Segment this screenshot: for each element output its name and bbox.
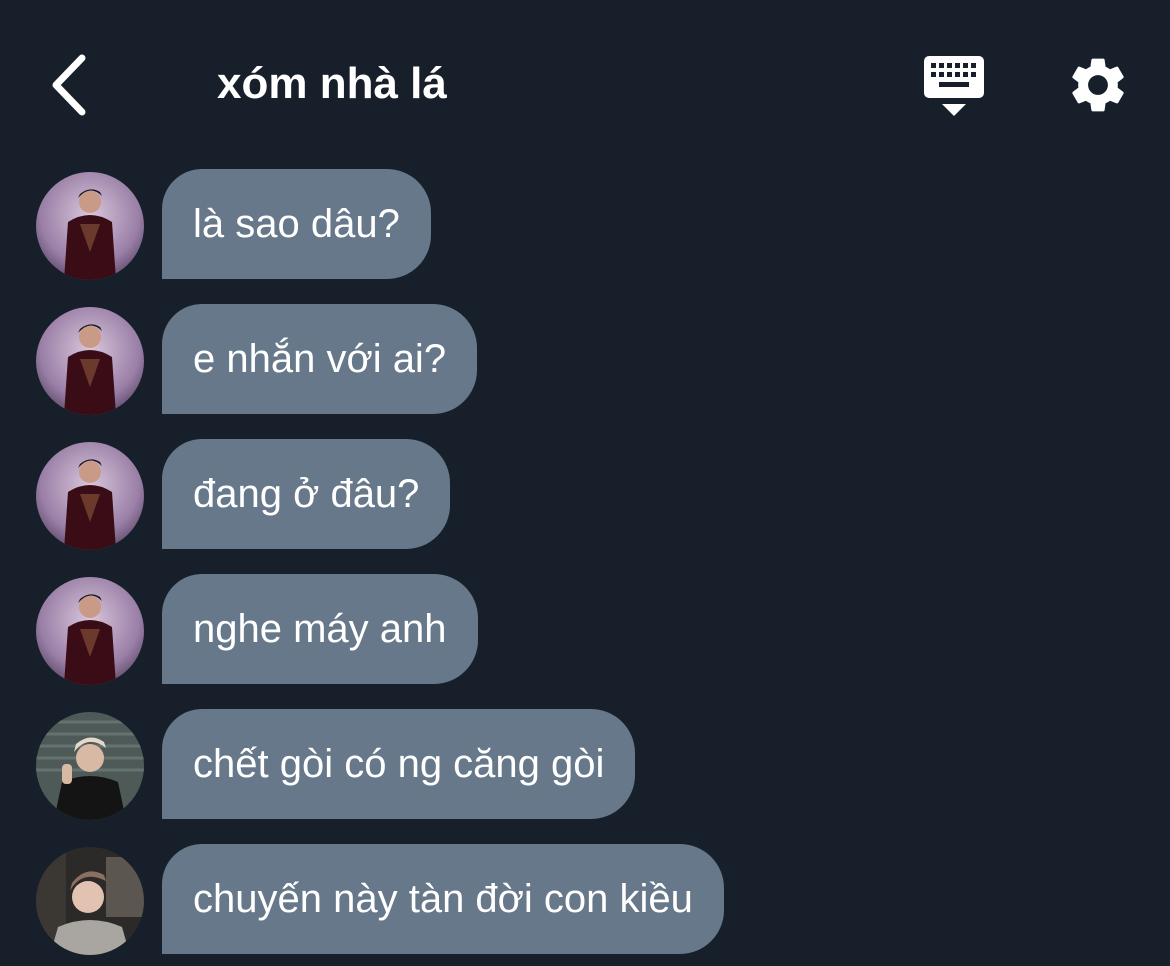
message-row: đang ở đâu? bbox=[0, 439, 1170, 551]
message-bubble[interactable]: nghe máy anh bbox=[162, 574, 478, 684]
chat-title: xóm nhà lá bbox=[217, 59, 447, 108]
message-row: chết gòi có ng căng gòi bbox=[0, 709, 1170, 821]
message-row: nghe máy anh bbox=[0, 574, 1170, 686]
message-row: chuyến này tàn đời con kiều bbox=[0, 844, 1170, 956]
settings-button[interactable] bbox=[1064, 52, 1132, 118]
message-bubble[interactable]: đang ở đâu? bbox=[162, 439, 451, 549]
avatar[interactable] bbox=[36, 847, 144, 955]
avatar[interactable] bbox=[36, 712, 144, 820]
message-row: e nhắn với ai? bbox=[0, 304, 1170, 416]
message-bubble[interactable]: chuyến này tàn đời con kiều bbox=[162, 844, 724, 954]
chevron-left-icon bbox=[52, 54, 86, 116]
back-button[interactable] bbox=[40, 50, 96, 120]
message-bubble[interactable]: chết gòi có ng căng gòi bbox=[162, 709, 636, 819]
gear-icon bbox=[1072, 58, 1124, 112]
avatar[interactable] bbox=[36, 442, 144, 550]
message-bubble[interactable]: e nhắn với ai? bbox=[162, 304, 478, 414]
message-bubble[interactable]: là sao dâu? bbox=[162, 169, 431, 279]
chat-header: xóm nhà lá bbox=[0, 0, 1170, 165]
avatar[interactable] bbox=[36, 172, 144, 280]
keyboard-toggle-button[interactable] bbox=[918, 52, 990, 120]
message-row: là sao dâu? bbox=[0, 169, 1170, 281]
keyboard-hide-icon bbox=[924, 56, 984, 116]
avatar[interactable] bbox=[36, 577, 144, 685]
avatar[interactable] bbox=[36, 307, 144, 415]
